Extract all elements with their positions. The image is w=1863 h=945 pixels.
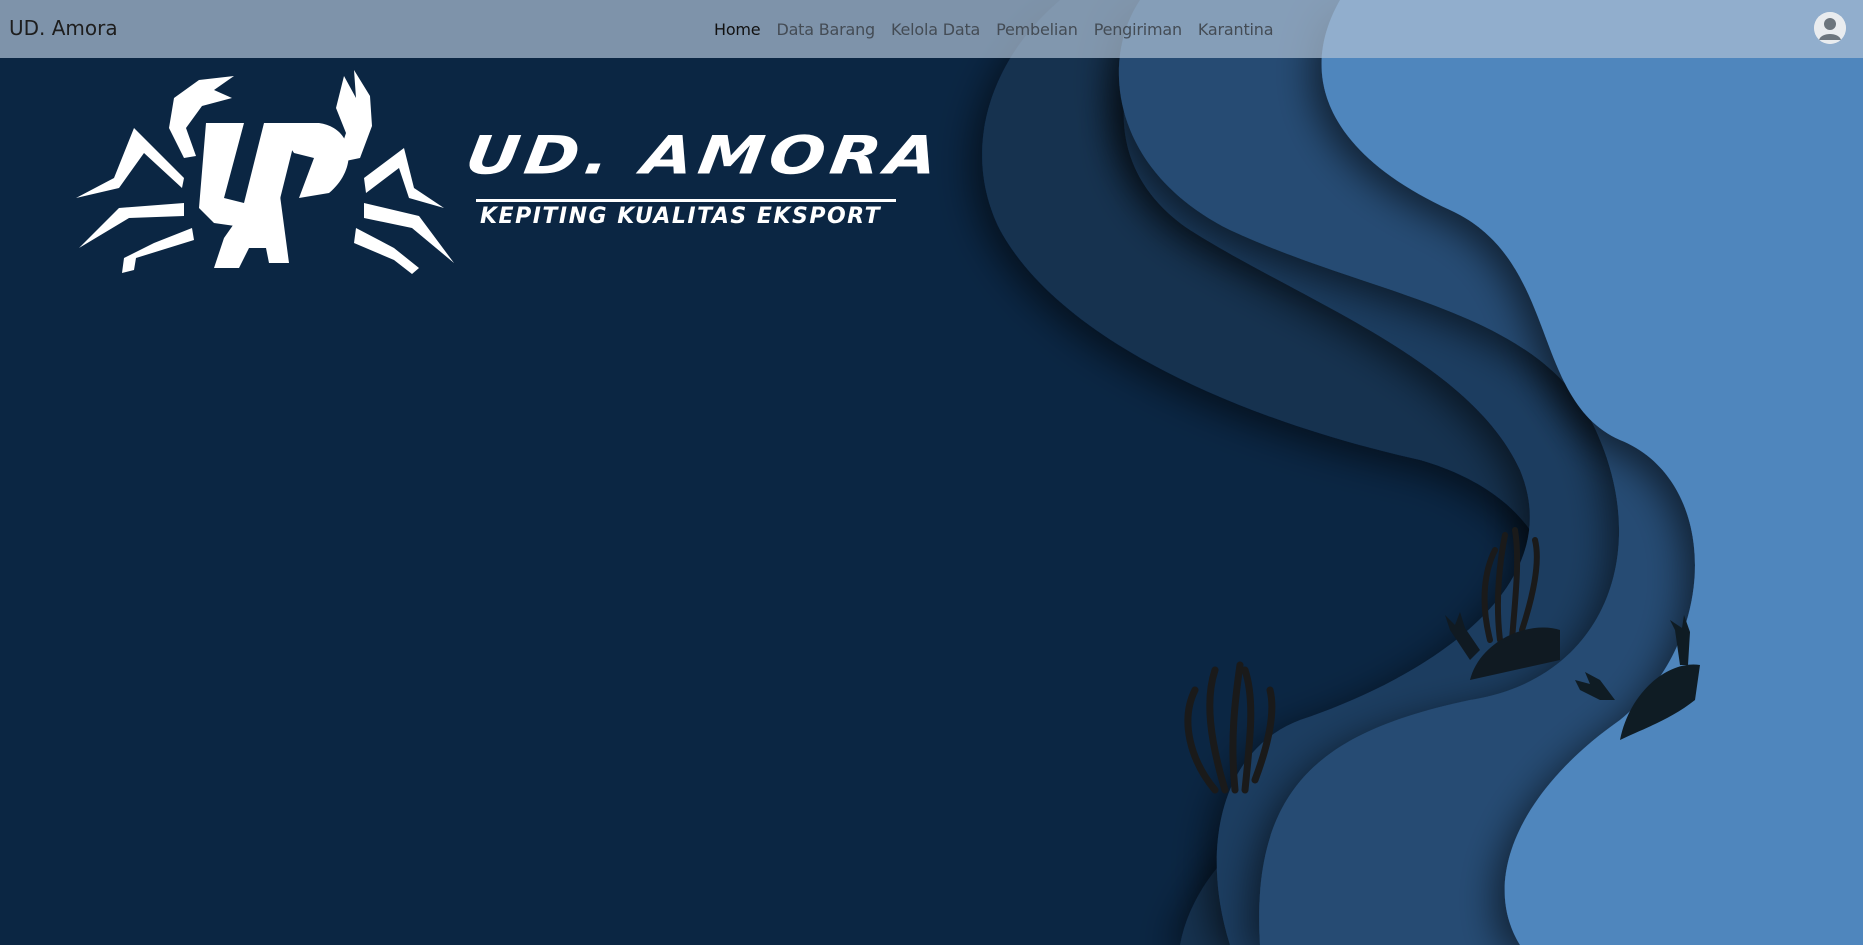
brand-link[interactable]: UD. Amora [9, 16, 118, 40]
nav-item-data-barang: Data Barang [776, 19, 875, 41]
nav-item-kelola-data: Kelola Data [891, 19, 980, 41]
logo-subtitle: KEPITING KUALITAS EKSPORT [480, 204, 882, 229]
logo-title: UD. AMORA [461, 124, 947, 187]
top-navbar: UD. Amora Home Data Barang Kelola Data P… [0, 0, 1863, 58]
page: UD. Amora Home Data Barang Kelola Data P… [0, 0, 1863, 945]
logo-divider [476, 199, 896, 202]
nav-link-pembelian[interactable]: Pembelian [996, 20, 1078, 39]
user-silhouette-icon [1814, 12, 1846, 44]
company-logo: UD. AMORA KEPITING KUALITAS EKSPORT [74, 68, 947, 278]
nav-link-kelola-data[interactable]: Kelola Data [891, 20, 980, 39]
nav-link-karantina[interactable]: Karantina [1198, 20, 1274, 39]
nav-item-home: Home [714, 19, 761, 41]
crab-logo-icon [76, 70, 454, 274]
nav-menu: Home Data Barang Kelola Data Pembelian P… [714, 19, 1274, 41]
nav-item-pengiriman: Pengiriman [1094, 19, 1182, 41]
nav-item-pembelian: Pembelian [996, 19, 1078, 41]
nav-link-pengiriman[interactable]: Pengiriman [1094, 20, 1182, 39]
nav-link-data-barang[interactable]: Data Barang [776, 20, 875, 39]
nav-link-home[interactable]: Home [714, 20, 761, 39]
user-avatar-icon[interactable] [1814, 12, 1846, 44]
nav-item-karantina: Karantina [1198, 19, 1274, 41]
